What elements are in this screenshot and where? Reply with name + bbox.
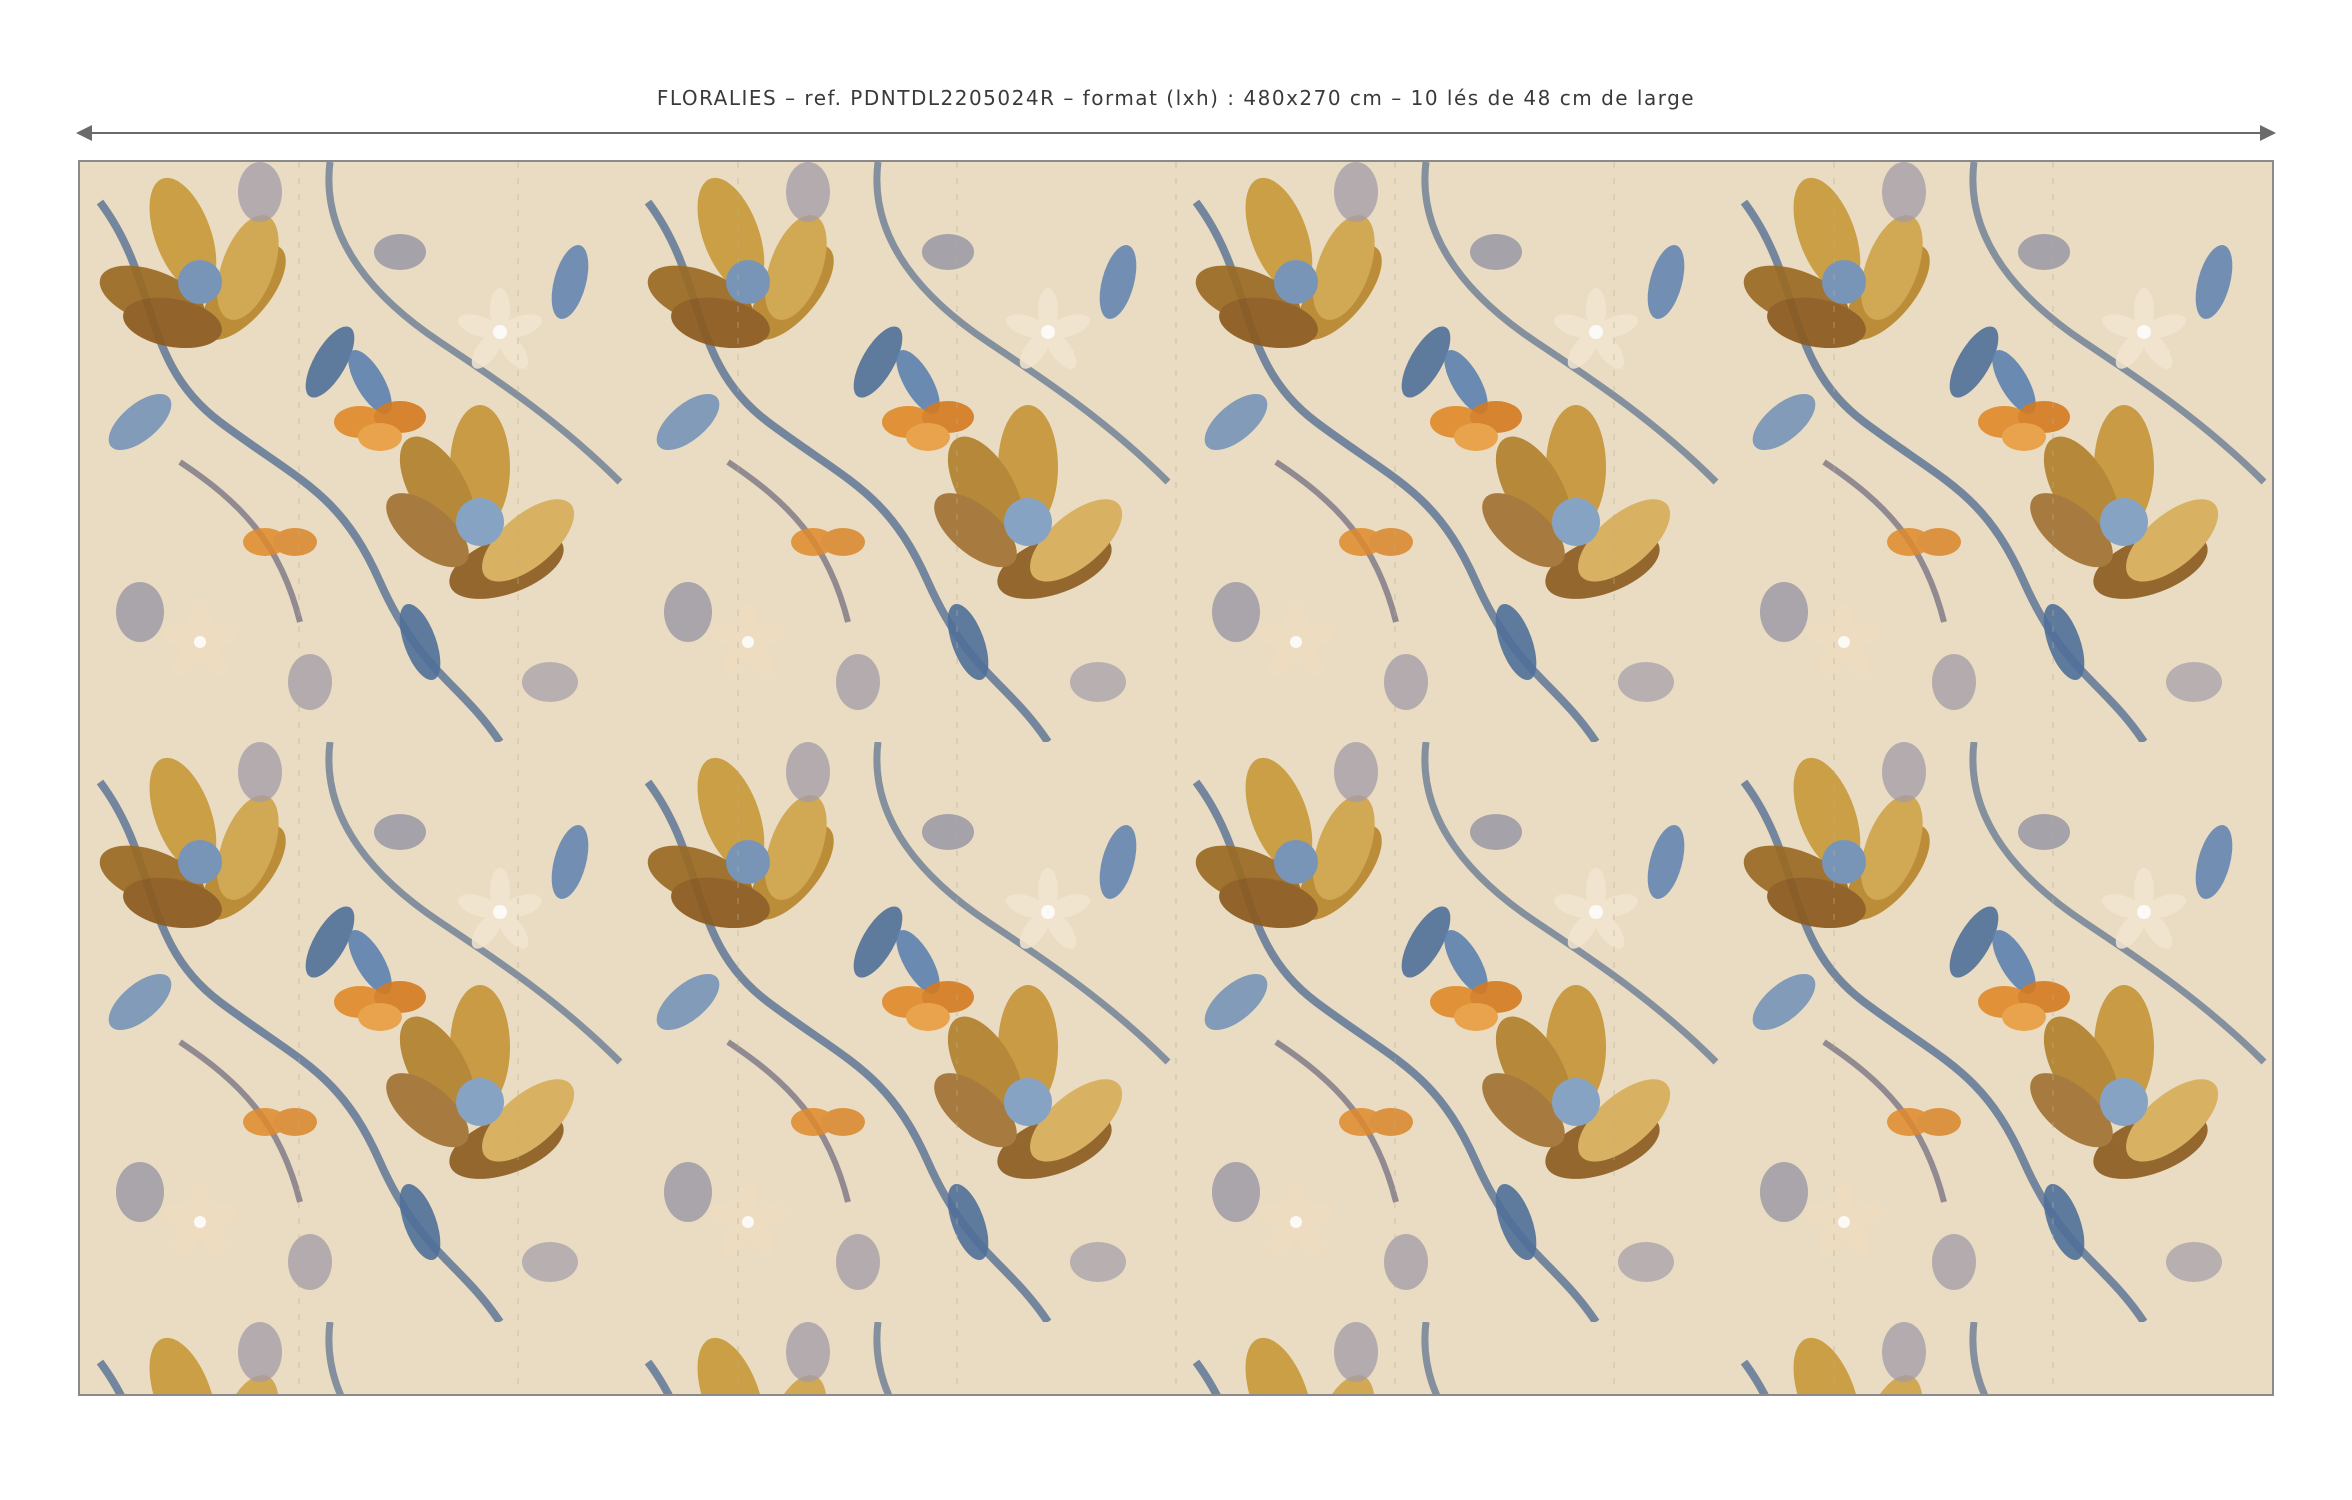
width-dimension-line: [78, 132, 2274, 134]
product-caption: FLORALIES – ref. PDNTDL2205024R – format…: [656, 86, 1696, 110]
wallpaper-preview: [78, 160, 2274, 1396]
floral-pattern-svg: [80, 162, 2272, 1394]
arrow-right-icon: [2260, 125, 2276, 141]
arrow-left-icon: [76, 125, 92, 141]
